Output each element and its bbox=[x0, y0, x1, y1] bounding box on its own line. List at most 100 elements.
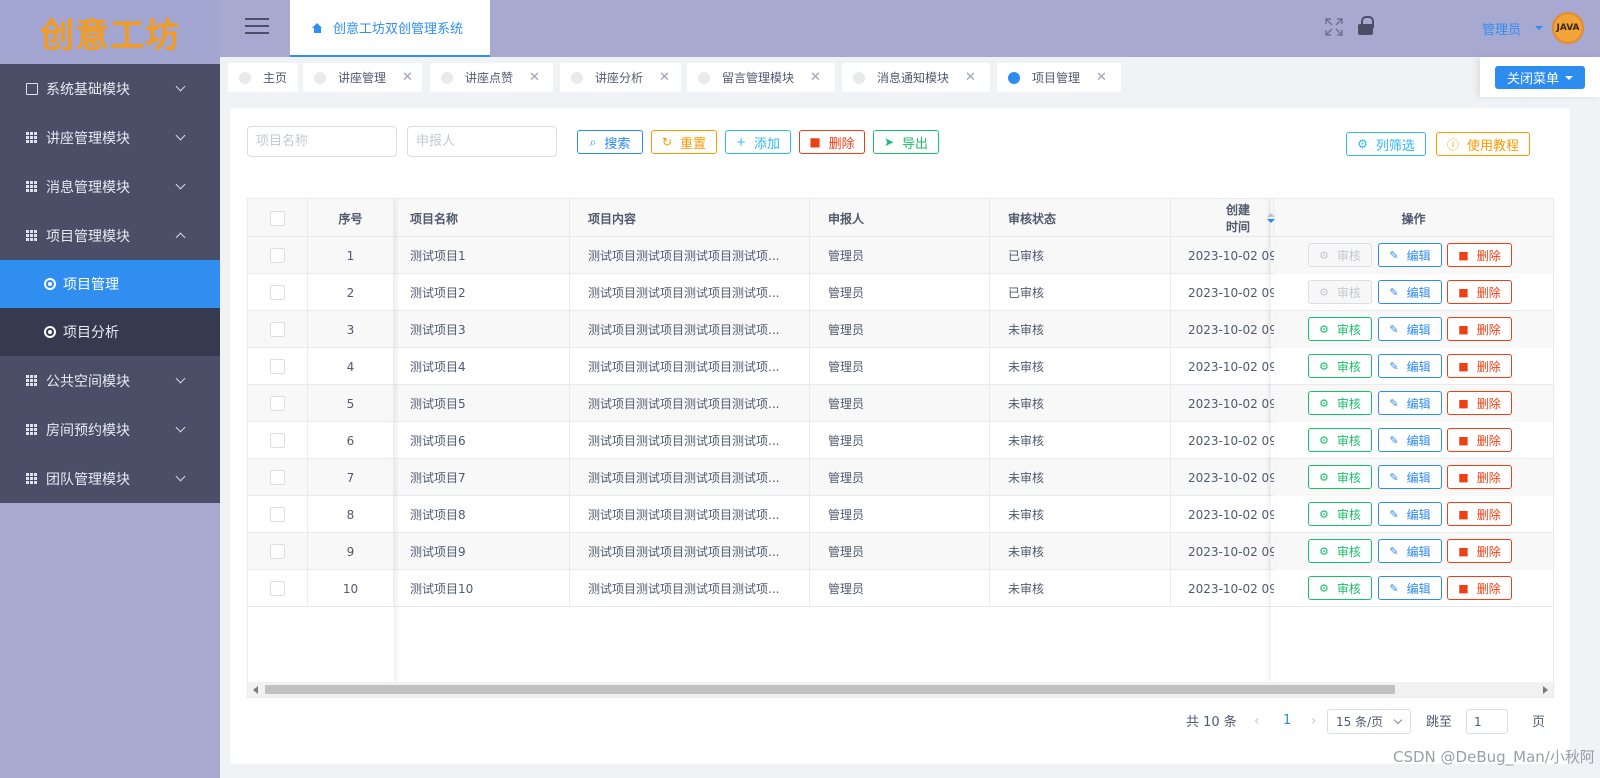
delete-button-label: 删除 bbox=[1476, 507, 1501, 522]
close-icon[interactable]: ✕ bbox=[659, 70, 670, 85]
row-checkbox[interactable] bbox=[270, 359, 285, 374]
horizontal-scrollbar[interactable] bbox=[248, 682, 1553, 697]
table-row[interactable]: 9 测试项目9 测试项目测试项目测试项目测试项... 管理员 未审核 2023-10-02… bbox=[248, 533, 1553, 570]
scroll-right-icon[interactable] bbox=[1543, 686, 1548, 694]
column-header-created[interactable]: 创建时间 bbox=[1171, 199, 1275, 237]
tab-lecture-analysis[interactable]: 讲座分析 ✕ bbox=[560, 63, 681, 92]
edit-button[interactable]: ✎ 编辑 bbox=[1378, 317, 1442, 341]
select-all-checkbox[interactable] bbox=[270, 210, 285, 226]
edit-button[interactable]: ✎ 编辑 bbox=[1378, 502, 1442, 526]
sidebar-item-project[interactable]: 项目管理模块 bbox=[0, 211, 220, 260]
row-delete-button[interactable]: ■ 删除 bbox=[1447, 428, 1512, 452]
edit-button[interactable]: ✎ 编辑 bbox=[1378, 428, 1442, 452]
audit-button[interactable]: ⚙ 审核 bbox=[1308, 317, 1372, 341]
audit-button[interactable]: ⚙ 审核 bbox=[1308, 539, 1372, 563]
row-checkbox[interactable] bbox=[270, 544, 285, 559]
table-row[interactable]: 2 测试项目2 测试项目测试项目测试项目测试项... 管理员 已审核 2023-10-02… bbox=[248, 274, 1553, 311]
scrollbar-thumb[interactable] bbox=[265, 685, 1395, 694]
avatar[interactable]: JAVA bbox=[1552, 12, 1584, 44]
row-checkbox[interactable] bbox=[270, 396, 285, 411]
sidebar-item-public-space[interactable]: 公共空间模块 bbox=[0, 356, 220, 405]
tutorial-button[interactable]: ⓘ 使用教程 bbox=[1436, 132, 1530, 156]
row-checkbox[interactable] bbox=[270, 248, 285, 263]
tab-message-board[interactable]: 留言管理模块 ✕ bbox=[687, 63, 835, 92]
table-row[interactable]: 7 测试项目7 测试项目测试项目测试项目测试项... 管理员 未审核 2023-10-02… bbox=[248, 459, 1553, 496]
close-icon[interactable]: ✕ bbox=[1096, 70, 1107, 85]
sidebar-item-system[interactable]: 系统基础模块 bbox=[0, 64, 220, 113]
edit-button[interactable]: ✎ 编辑 bbox=[1378, 465, 1442, 489]
table-row[interactable]: 6 测试项目6 测试项目测试项目测试项目测试项... 管理员 未审核 2023-10-02… bbox=[248, 422, 1553, 459]
audit-button[interactable]: ⚙ 审核 bbox=[1308, 428, 1372, 452]
table-row[interactable]: 5 测试项目5 测试项目测试项目测试项目测试项... 管理员 未审核 2023-10-02… bbox=[248, 385, 1553, 422]
caret-down-icon[interactable] bbox=[1535, 26, 1543, 30]
row-checkbox[interactable] bbox=[270, 470, 285, 485]
edit-button[interactable]: ✎ 编辑 bbox=[1378, 354, 1442, 378]
scroll-left-icon[interactable] bbox=[253, 686, 258, 694]
row-delete-button[interactable]: ■ 删除 bbox=[1447, 354, 1512, 378]
sidebar-item-room-booking[interactable]: 房间预约模块 bbox=[0, 405, 220, 454]
row-checkbox[interactable] bbox=[270, 507, 285, 522]
tab-home[interactable]: 主页 bbox=[228, 63, 298, 92]
edit-button[interactable]: ✎ 编辑 bbox=[1378, 280, 1442, 304]
add-button[interactable]: + 添加 bbox=[725, 130, 791, 154]
jump-page-input[interactable] bbox=[1466, 709, 1508, 734]
fullscreen-icon[interactable] bbox=[1325, 18, 1343, 36]
close-icon[interactable]: ✕ bbox=[529, 70, 540, 85]
row-delete-button[interactable]: ■ 删除 bbox=[1447, 576, 1512, 600]
row-checkbox[interactable] bbox=[270, 433, 285, 448]
tab-project-management[interactable]: 项目管理 ✕ bbox=[997, 63, 1121, 92]
close-icon[interactable]: ✕ bbox=[810, 70, 821, 85]
user-name[interactable]: 管理员 bbox=[1482, 19, 1521, 38]
table-row[interactable]: 3 测试项目3 测试项目测试项目测试项目测试项... 管理员 未审核 2023-10-02… bbox=[248, 311, 1553, 348]
close-icon[interactable]: ✕ bbox=[402, 70, 413, 85]
edit-button[interactable]: ✎ 编辑 bbox=[1378, 243, 1442, 267]
table-row[interactable]: 10 测试项目10 测试项目测试项目测试项目测试项... 管理员 未审核 2023-10-… bbox=[248, 570, 1553, 607]
row-checkbox[interactable] bbox=[270, 581, 285, 596]
column-filter-button[interactable]: ⚙ 列筛选 bbox=[1346, 132, 1426, 156]
audit-button[interactable]: ⚙ 审核 bbox=[1308, 391, 1372, 415]
row-checkbox[interactable] bbox=[270, 285, 285, 300]
audit-button[interactable]: ⚙ 审核 bbox=[1308, 354, 1372, 378]
table-row[interactable]: 1 测试项目1 测试项目测试项目测试项目测试项... 管理员 已审核 2023-10-02… bbox=[248, 237, 1553, 274]
row-delete-button[interactable]: ■ 删除 bbox=[1447, 502, 1512, 526]
edit-button[interactable]: ✎ 编辑 bbox=[1378, 539, 1442, 563]
reset-button[interactable]: ↻ 重置 bbox=[651, 130, 717, 154]
audit-button[interactable]: ⚙ 审核 bbox=[1308, 465, 1372, 489]
row-delete-button[interactable]: ■ 删除 bbox=[1447, 317, 1512, 341]
lock-icon[interactable] bbox=[1358, 16, 1374, 36]
page-size-select[interactable]: 15 条/页 bbox=[1327, 709, 1411, 734]
tab-lecture-management[interactable]: 讲座管理 ✕ bbox=[303, 63, 422, 92]
audit-button[interactable]: ⚙ 审核 bbox=[1308, 576, 1372, 600]
export-button[interactable]: ➤ 导出 bbox=[873, 130, 939, 154]
close-icon[interactable]: ✕ bbox=[965, 70, 976, 85]
audit-button[interactable]: ⚙ 审核 bbox=[1308, 502, 1372, 526]
row-delete-button[interactable]: ■ 删除 bbox=[1447, 280, 1512, 304]
pagination-current-page[interactable]: 1 bbox=[1283, 713, 1291, 728]
delete-button[interactable]: ■ 删除 bbox=[799, 130, 865, 154]
sidebar-item-lecture[interactable]: 讲座管理模块 bbox=[0, 113, 220, 162]
row-delete-button[interactable]: ■ 删除 bbox=[1447, 465, 1512, 489]
tab-notification[interactable]: 消息通知模块 ✕ bbox=[842, 63, 990, 92]
sidebar-item-message[interactable]: 消息管理模块 bbox=[0, 162, 220, 211]
table-row[interactable]: 8 测试项目8 测试项目测试项目测试项目测试项... 管理员 未审核 2023-10-02… bbox=[248, 496, 1553, 533]
hamburger-menu-icon[interactable] bbox=[245, 18, 269, 36]
table-row[interactable]: 4 测试项目4 测试项目测试项目测试项目测试项... 管理员 未审核 2023-10-02… bbox=[248, 348, 1553, 385]
brand-logo[interactable]: 创意工坊 bbox=[0, 0, 220, 64]
edit-button[interactable]: ✎ 编辑 bbox=[1378, 576, 1442, 600]
sidebar-item-team[interactable]: 团队管理模块 bbox=[0, 454, 220, 503]
tab-lecture-likes[interactable]: 讲座点赞 ✕ bbox=[430, 63, 553, 92]
search-button[interactable]: ⌕ 搜索 bbox=[577, 130, 643, 154]
row-checkbox[interactable] bbox=[270, 322, 285, 337]
prev-page-icon[interactable]: ‹ bbox=[1254, 713, 1260, 729]
reporter-input[interactable] bbox=[407, 126, 557, 157]
header-home-tab[interactable]: 创意工坊双创管理系统 bbox=[290, 0, 490, 57]
edit-button[interactable]: ✎ 编辑 bbox=[1378, 391, 1442, 415]
row-delete-button[interactable]: ■ 删除 bbox=[1447, 391, 1512, 415]
sidebar-subitem-project-management[interactable]: 项目管理 bbox=[0, 260, 220, 308]
close-menu-button[interactable]: 关闭菜单 bbox=[1495, 66, 1585, 89]
next-page-icon[interactable]: › bbox=[1311, 713, 1317, 729]
project-name-input[interactable] bbox=[247, 126, 397, 157]
row-delete-button[interactable]: ■ 删除 bbox=[1447, 539, 1512, 563]
row-delete-button[interactable]: ■ 删除 bbox=[1447, 243, 1512, 267]
sidebar-subitem-project-analysis[interactable]: 项目分析 bbox=[0, 308, 220, 356]
